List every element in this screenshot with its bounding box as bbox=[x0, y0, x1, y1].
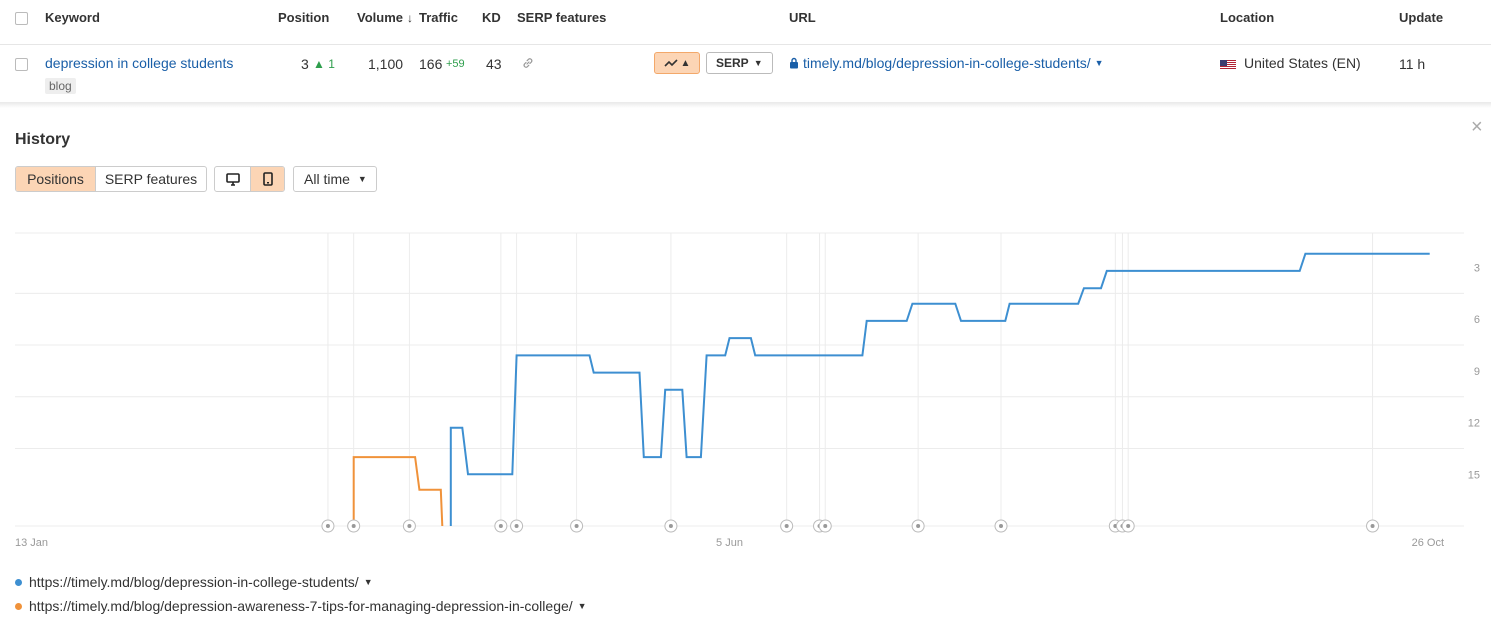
position-change-value: 1 bbox=[328, 57, 335, 71]
y-tick-label: 12 bbox=[1468, 418, 1480, 430]
y-tick-label: 3 bbox=[1474, 262, 1480, 274]
location-text: United States (EN) bbox=[1244, 55, 1361, 71]
panel-divider bbox=[0, 102, 1491, 108]
header-update[interactable]: Update bbox=[1399, 10, 1443, 25]
chevron-down-icon[interactable]: ▼ bbox=[578, 601, 587, 611]
header-kd[interactable]: KD bbox=[482, 10, 501, 25]
annotation-marker-dot bbox=[823, 524, 828, 528]
serp-button[interactable]: SERP ▼ bbox=[706, 52, 773, 74]
chevron-down-icon: ▼ bbox=[357, 174, 367, 184]
url-link[interactable]: timely.md/blog/depression-in-college-stu… bbox=[789, 55, 1104, 71]
series-line-1 bbox=[449, 252, 1430, 526]
arrow-up-icon: ▲ bbox=[313, 57, 325, 71]
mobile-button[interactable] bbox=[250, 167, 284, 191]
close-icon[interactable]: × bbox=[1471, 117, 1483, 137]
history-tabs: Positions SERP features bbox=[15, 166, 207, 192]
time-range-dropdown[interactable]: All time ▼ bbox=[293, 166, 377, 192]
legend-label: https://timely.md/blog/depression-awaren… bbox=[29, 598, 573, 614]
desktop-icon bbox=[225, 172, 240, 186]
x-tick-label: 26 Oct bbox=[1412, 537, 1444, 549]
annotation-marker-dot bbox=[1370, 524, 1375, 528]
header-location[interactable]: Location bbox=[1220, 10, 1274, 25]
mobile-icon bbox=[262, 172, 273, 186]
lock-icon bbox=[790, 57, 798, 69]
x-tick-label: 13 Jan bbox=[15, 537, 48, 549]
annotation-marker-dot bbox=[1126, 524, 1131, 528]
position-value: 3 bbox=[301, 56, 309, 72]
header-serp-features[interactable]: SERP features bbox=[517, 10, 606, 25]
annotation-marker-dot bbox=[407, 524, 412, 528]
legend-dot bbox=[15, 578, 22, 586]
arrow-down-icon: ↓ bbox=[407, 11, 413, 25]
history-title: History bbox=[15, 131, 71, 148]
caret-up-icon: ▲ bbox=[680, 57, 691, 69]
legend-item-2[interactable]: https://timely.md/blog/depression-awaren… bbox=[15, 598, 587, 614]
header-keyword[interactable]: Keyword bbox=[45, 10, 100, 25]
row-checkbox[interactable] bbox=[15, 58, 28, 71]
y-tick-label: 6 bbox=[1474, 314, 1480, 326]
position-history-button[interactable]: ▲ bbox=[654, 52, 700, 74]
legend-dot bbox=[15, 602, 22, 610]
annotation-marker-dot bbox=[999, 524, 1004, 528]
annotation-marker-dot bbox=[325, 524, 330, 528]
update-value: 11 h bbox=[1399, 56, 1426, 72]
legend-label: https://timely.md/blog/depression-in-col… bbox=[29, 574, 359, 590]
chevron-down-icon: ▼ bbox=[753, 58, 763, 68]
x-tick-label: 5 Jun bbox=[716, 537, 743, 549]
keyword-link[interactable]: depression in college students bbox=[45, 55, 233, 71]
annotation-marker-dot bbox=[498, 524, 503, 528]
positions-chart[interactable]: 3 6 9 12 15 13 Jan 5 Jun 26 Oct bbox=[0, 215, 1491, 555]
device-toggle bbox=[214, 166, 285, 192]
tab-positions[interactable]: Positions bbox=[16, 167, 95, 191]
kd-value: 43 bbox=[486, 56, 502, 72]
series-line-2 bbox=[352, 456, 444, 527]
select-all-checkbox[interactable] bbox=[15, 12, 28, 25]
keyword-tag[interactable]: blog bbox=[45, 78, 76, 94]
header-position[interactable]: Position bbox=[278, 10, 329, 25]
chevron-down-icon[interactable]: ▼ bbox=[364, 577, 373, 587]
header-volume[interactable]: Volume ↓ bbox=[357, 10, 413, 25]
volume-value: 1,100 bbox=[368, 56, 404, 72]
traffic-change: +59 bbox=[446, 58, 465, 70]
annotation-marker-dot bbox=[574, 524, 579, 528]
annotation-marker-dot bbox=[514, 524, 519, 528]
header-divider bbox=[0, 44, 1491, 45]
tab-serp-features[interactable]: SERP features bbox=[95, 167, 206, 191]
header-url[interactable]: URL bbox=[789, 10, 816, 25]
annotation-marker-dot bbox=[351, 524, 356, 528]
desktop-button[interactable] bbox=[215, 167, 250, 191]
location: United States (EN) bbox=[1220, 55, 1361, 71]
link-icon[interactable] bbox=[521, 56, 535, 70]
y-tick-label: 15 bbox=[1468, 469, 1480, 481]
chevron-down-icon[interactable]: ▼ bbox=[1095, 58, 1104, 68]
header-traffic[interactable]: Traffic bbox=[419, 10, 458, 25]
serp-button-label: SERP bbox=[716, 56, 749, 70]
url-text: timely.md/blog/depression-in-college-stu… bbox=[803, 55, 1091, 71]
header-volume-label: Volume bbox=[357, 10, 403, 25]
annotation-marker-dot bbox=[668, 524, 673, 528]
position-change: ▲ 1 bbox=[313, 57, 335, 71]
legend-item-1[interactable]: https://timely.md/blog/depression-in-col… bbox=[15, 574, 373, 590]
annotation-marker-dot bbox=[784, 524, 789, 528]
y-tick-label: 9 bbox=[1474, 366, 1480, 378]
trend-icon bbox=[663, 59, 678, 67]
us-flag-icon bbox=[1220, 58, 1236, 69]
time-range-label: All time bbox=[304, 171, 350, 187]
annotation-marker-dot bbox=[916, 524, 921, 528]
traffic-value: 166 bbox=[419, 56, 443, 72]
table-header: Keyword Position Volume ↓ Traffic KD SERP… bbox=[0, 0, 1491, 36]
